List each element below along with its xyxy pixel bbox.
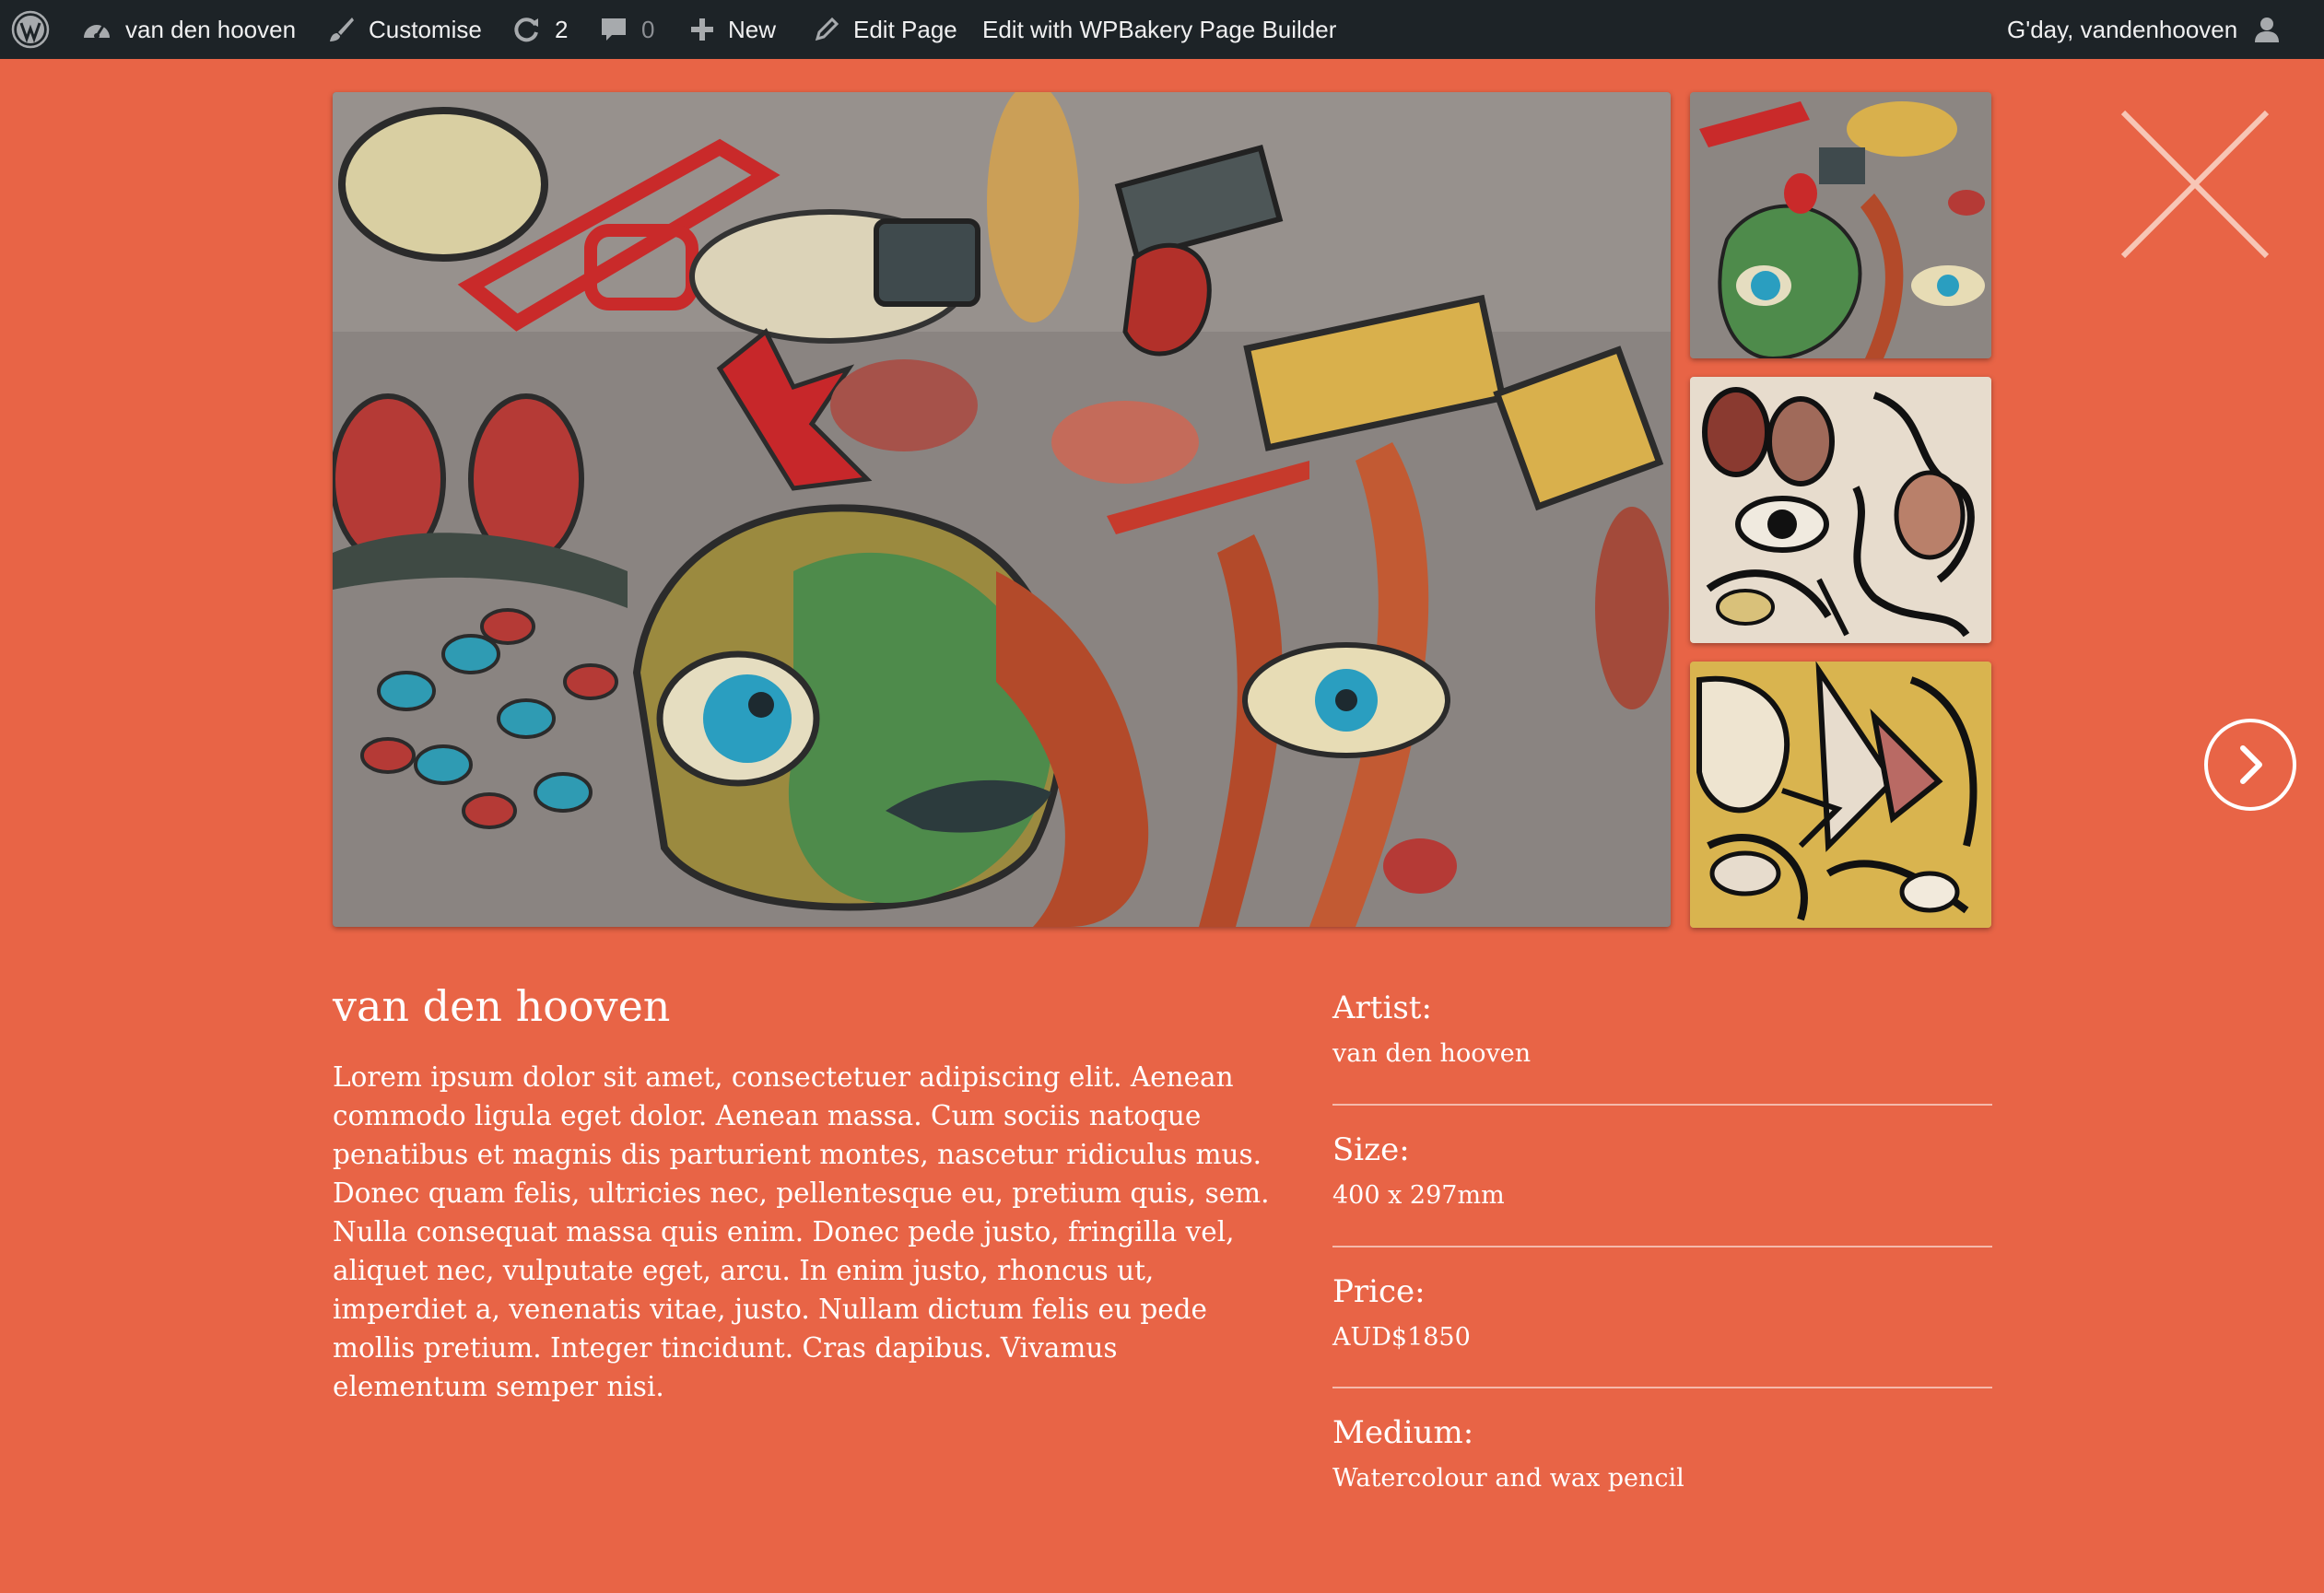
refresh-icon <box>511 14 542 45</box>
edit-page-label: Edit Page <box>853 15 957 43</box>
wordpress-menu[interactable] <box>11 0 50 59</box>
pencil-icon <box>813 16 840 43</box>
customise-link[interactable]: Customise <box>326 0 482 59</box>
detail-medium: Medium: Watercolour and wax pencil <box>1332 1412 1992 1495</box>
user-icon <box>2252 15 2282 44</box>
artwork-description: Lorem ipsum dolor sit amet, consectetuer… <box>333 1061 1270 1402</box>
comments-link[interactable]: 0 <box>599 0 654 59</box>
detail-value: 400 x 297mm <box>1332 1181 1505 1210</box>
detail-label: Price: <box>1332 1273 1426 1310</box>
edit-page-link[interactable]: Edit Page <box>813 0 957 59</box>
edit-with-builder-label: Edit with WPBakery Page Builder <box>982 15 1337 43</box>
new-label: New <box>728 15 777 43</box>
detail-price: Price: AUD$1850 <box>1332 1271 1992 1354</box>
edit-with-builder-link[interactable]: Edit with WPBakery Page Builder <box>982 0 1336 59</box>
detail-divider <box>1332 1104 1992 1106</box>
artwork-main-image[interactable] <box>333 92 1671 927</box>
detail-size: Size: 400 x 297mm <box>1332 1130 1992 1212</box>
new-content-link[interactable]: New <box>689 0 776 59</box>
wordpress-logo-icon <box>11 10 50 49</box>
updates-count: 2 <box>555 15 569 43</box>
comment-icon <box>599 15 628 44</box>
next-artwork-button[interactable] <box>2202 717 2298 813</box>
plus-icon <box>689 17 715 42</box>
thumbnail-1[interactable] <box>1690 92 1991 358</box>
admin-bar: van den hooven Customise 2 0 New Edit Pa… <box>0 0 2324 59</box>
comments-count: 0 <box>641 15 655 43</box>
detail-value: AUD$1850 <box>1332 1323 1471 1352</box>
greeting-label: G'day, vandenhooven <box>2007 15 2238 43</box>
detail-divider <box>1332 1387 1992 1388</box>
thumbnail-2[interactable] <box>1690 377 1991 643</box>
detail-value: van den hooven <box>1332 1039 1532 1068</box>
detail-value: Watercolour and wax pencil <box>1332 1464 1684 1493</box>
detail-label: Artist: <box>1332 990 1432 1026</box>
detail-divider <box>1332 1246 1992 1247</box>
detail-label: Size: <box>1332 1131 1410 1168</box>
dashboard-icon <box>81 16 112 43</box>
chevron-right-icon <box>2202 719 2298 816</box>
close-button[interactable] <box>2119 109 2271 260</box>
detail-artist: Artist: van den hooven <box>1332 988 1992 1071</box>
my-account-link[interactable]: G'day, vandenhooven <box>2007 0 2282 59</box>
updates-link[interactable]: 2 <box>511 0 568 59</box>
detail-label: Medium: <box>1332 1414 1474 1451</box>
site-name-link[interactable]: van den hooven <box>81 0 296 59</box>
close-icon <box>2119 110 2271 264</box>
artwork-title: van den hooven <box>333 981 671 1031</box>
customise-label: Customise <box>369 15 482 43</box>
paintbrush-icon <box>326 15 356 44</box>
thumbnail-3[interactable] <box>1690 662 1991 928</box>
site-name-label: van den hooven <box>125 15 297 43</box>
